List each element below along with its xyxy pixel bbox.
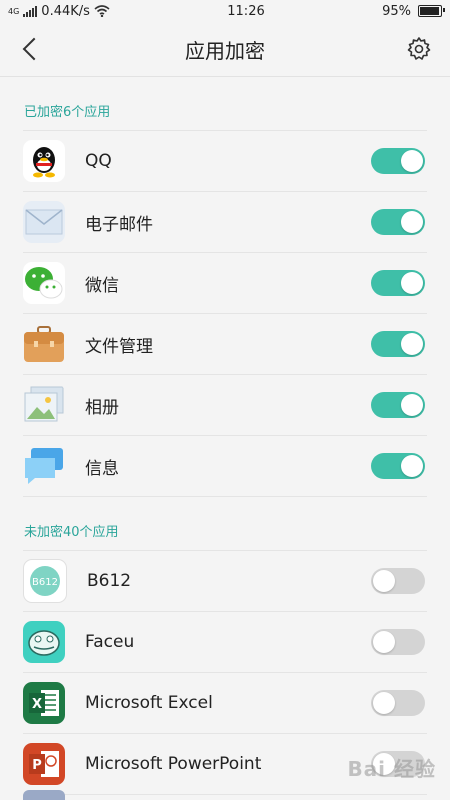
app-row-qq: QQ	[23, 130, 427, 191]
app-row-faceu: Faceu	[23, 611, 427, 672]
app-name: Microsoft Excel	[85, 693, 213, 713]
battery-icon	[417, 5, 445, 17]
app-name: Faceu	[85, 632, 135, 652]
app-name: 信息	[85, 458, 119, 479]
lock-toggle-excel[interactable]	[371, 690, 425, 716]
svg-text:B612: B612	[32, 577, 58, 588]
lock-toggle-b612[interactable]	[371, 568, 425, 594]
toggle-knob	[401, 211, 423, 233]
qq-icon	[23, 140, 65, 182]
briefcase-icon	[23, 323, 65, 365]
settings-button[interactable]	[404, 34, 434, 64]
faceu-icon	[23, 621, 65, 663]
status-left: 4G 0.44K/s	[8, 4, 110, 19]
lock-toggle-email[interactable]	[371, 209, 425, 235]
gear-icon	[407, 37, 431, 60]
app-row-email: 电子邮件	[23, 191, 427, 252]
wifi-icon	[94, 5, 110, 17]
wechat-icon	[23, 262, 65, 304]
b612-icon: B612	[23, 559, 67, 603]
powerpoint-icon: P	[23, 743, 65, 785]
toggle-knob	[401, 272, 423, 294]
toggle-knob	[401, 333, 423, 355]
app-row-excel: X Microsoft Excel	[23, 672, 427, 733]
unencrypted-section-title: 未加密40个应用	[24, 525, 119, 540]
toggle-knob	[373, 631, 395, 653]
toggle-knob	[401, 150, 423, 172]
watermark: Bai 经验	[347, 757, 436, 781]
app-name: 微信	[85, 275, 119, 296]
message-icon	[23, 445, 65, 487]
clock: 11:26	[227, 3, 265, 19]
back-arrow-icon	[22, 37, 46, 61]
header: 应用加密	[0, 22, 450, 77]
toggle-knob	[401, 455, 423, 477]
app-name: Microsoft PowerPoint	[85, 754, 262, 774]
status-right: 95%	[382, 3, 445, 19]
next-app-icon-partial	[23, 790, 65, 800]
app-name: B612	[87, 571, 132, 591]
app-name: 文件管理	[85, 336, 153, 357]
lock-toggle-file-manager[interactable]	[371, 331, 425, 357]
battery-percent: 95%	[382, 3, 411, 19]
encrypted-app-list: QQ 电子邮件 微信 文件管理 相册 信息	[23, 130, 427, 497]
app-row-messages: 信息	[23, 435, 427, 497]
app-row-album: 相册	[23, 374, 427, 435]
toggle-knob	[401, 394, 423, 416]
app-row-b612: B612 B612	[23, 550, 427, 611]
app-name: 相册	[85, 397, 119, 418]
net-speed: 0.44K/s	[41, 3, 90, 19]
network-type: 4G	[8, 6, 20, 16]
toggle-knob	[373, 570, 395, 592]
email-icon	[23, 201, 65, 243]
status-bar: 4G 0.44K/s 11:26 95%	[0, 0, 450, 22]
svg-text:X: X	[32, 697, 42, 712]
app-row-file-manager: 文件管理	[23, 313, 427, 374]
app-name: QQ	[85, 151, 112, 171]
photo-icon	[23, 384, 65, 426]
toggle-knob	[373, 692, 395, 714]
signal-icon	[23, 5, 38, 17]
page-title: 应用加密	[185, 38, 265, 63]
lock-toggle-wechat[interactable]	[371, 270, 425, 296]
app-name: 电子邮件	[85, 214, 153, 235]
back-button[interactable]	[16, 34, 46, 64]
lock-toggle-faceu[interactable]	[371, 629, 425, 655]
lock-toggle-album[interactable]	[371, 392, 425, 418]
svg-text:P: P	[32, 758, 42, 773]
encrypted-section-title: 已加密6个应用	[24, 105, 111, 120]
excel-icon: X	[23, 682, 65, 724]
app-row-wechat: 微信	[23, 252, 427, 313]
lock-toggle-qq[interactable]	[371, 148, 425, 174]
lock-toggle-messages[interactable]	[371, 453, 425, 479]
